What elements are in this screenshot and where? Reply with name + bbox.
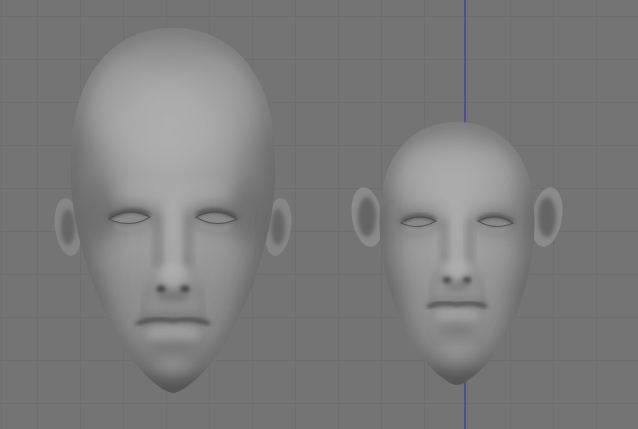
head-model-large[interactable] [53,22,293,398]
head-shading [379,122,535,385]
head-model-small[interactable] [351,117,563,393]
3d-viewport[interactable] [0,0,638,429]
